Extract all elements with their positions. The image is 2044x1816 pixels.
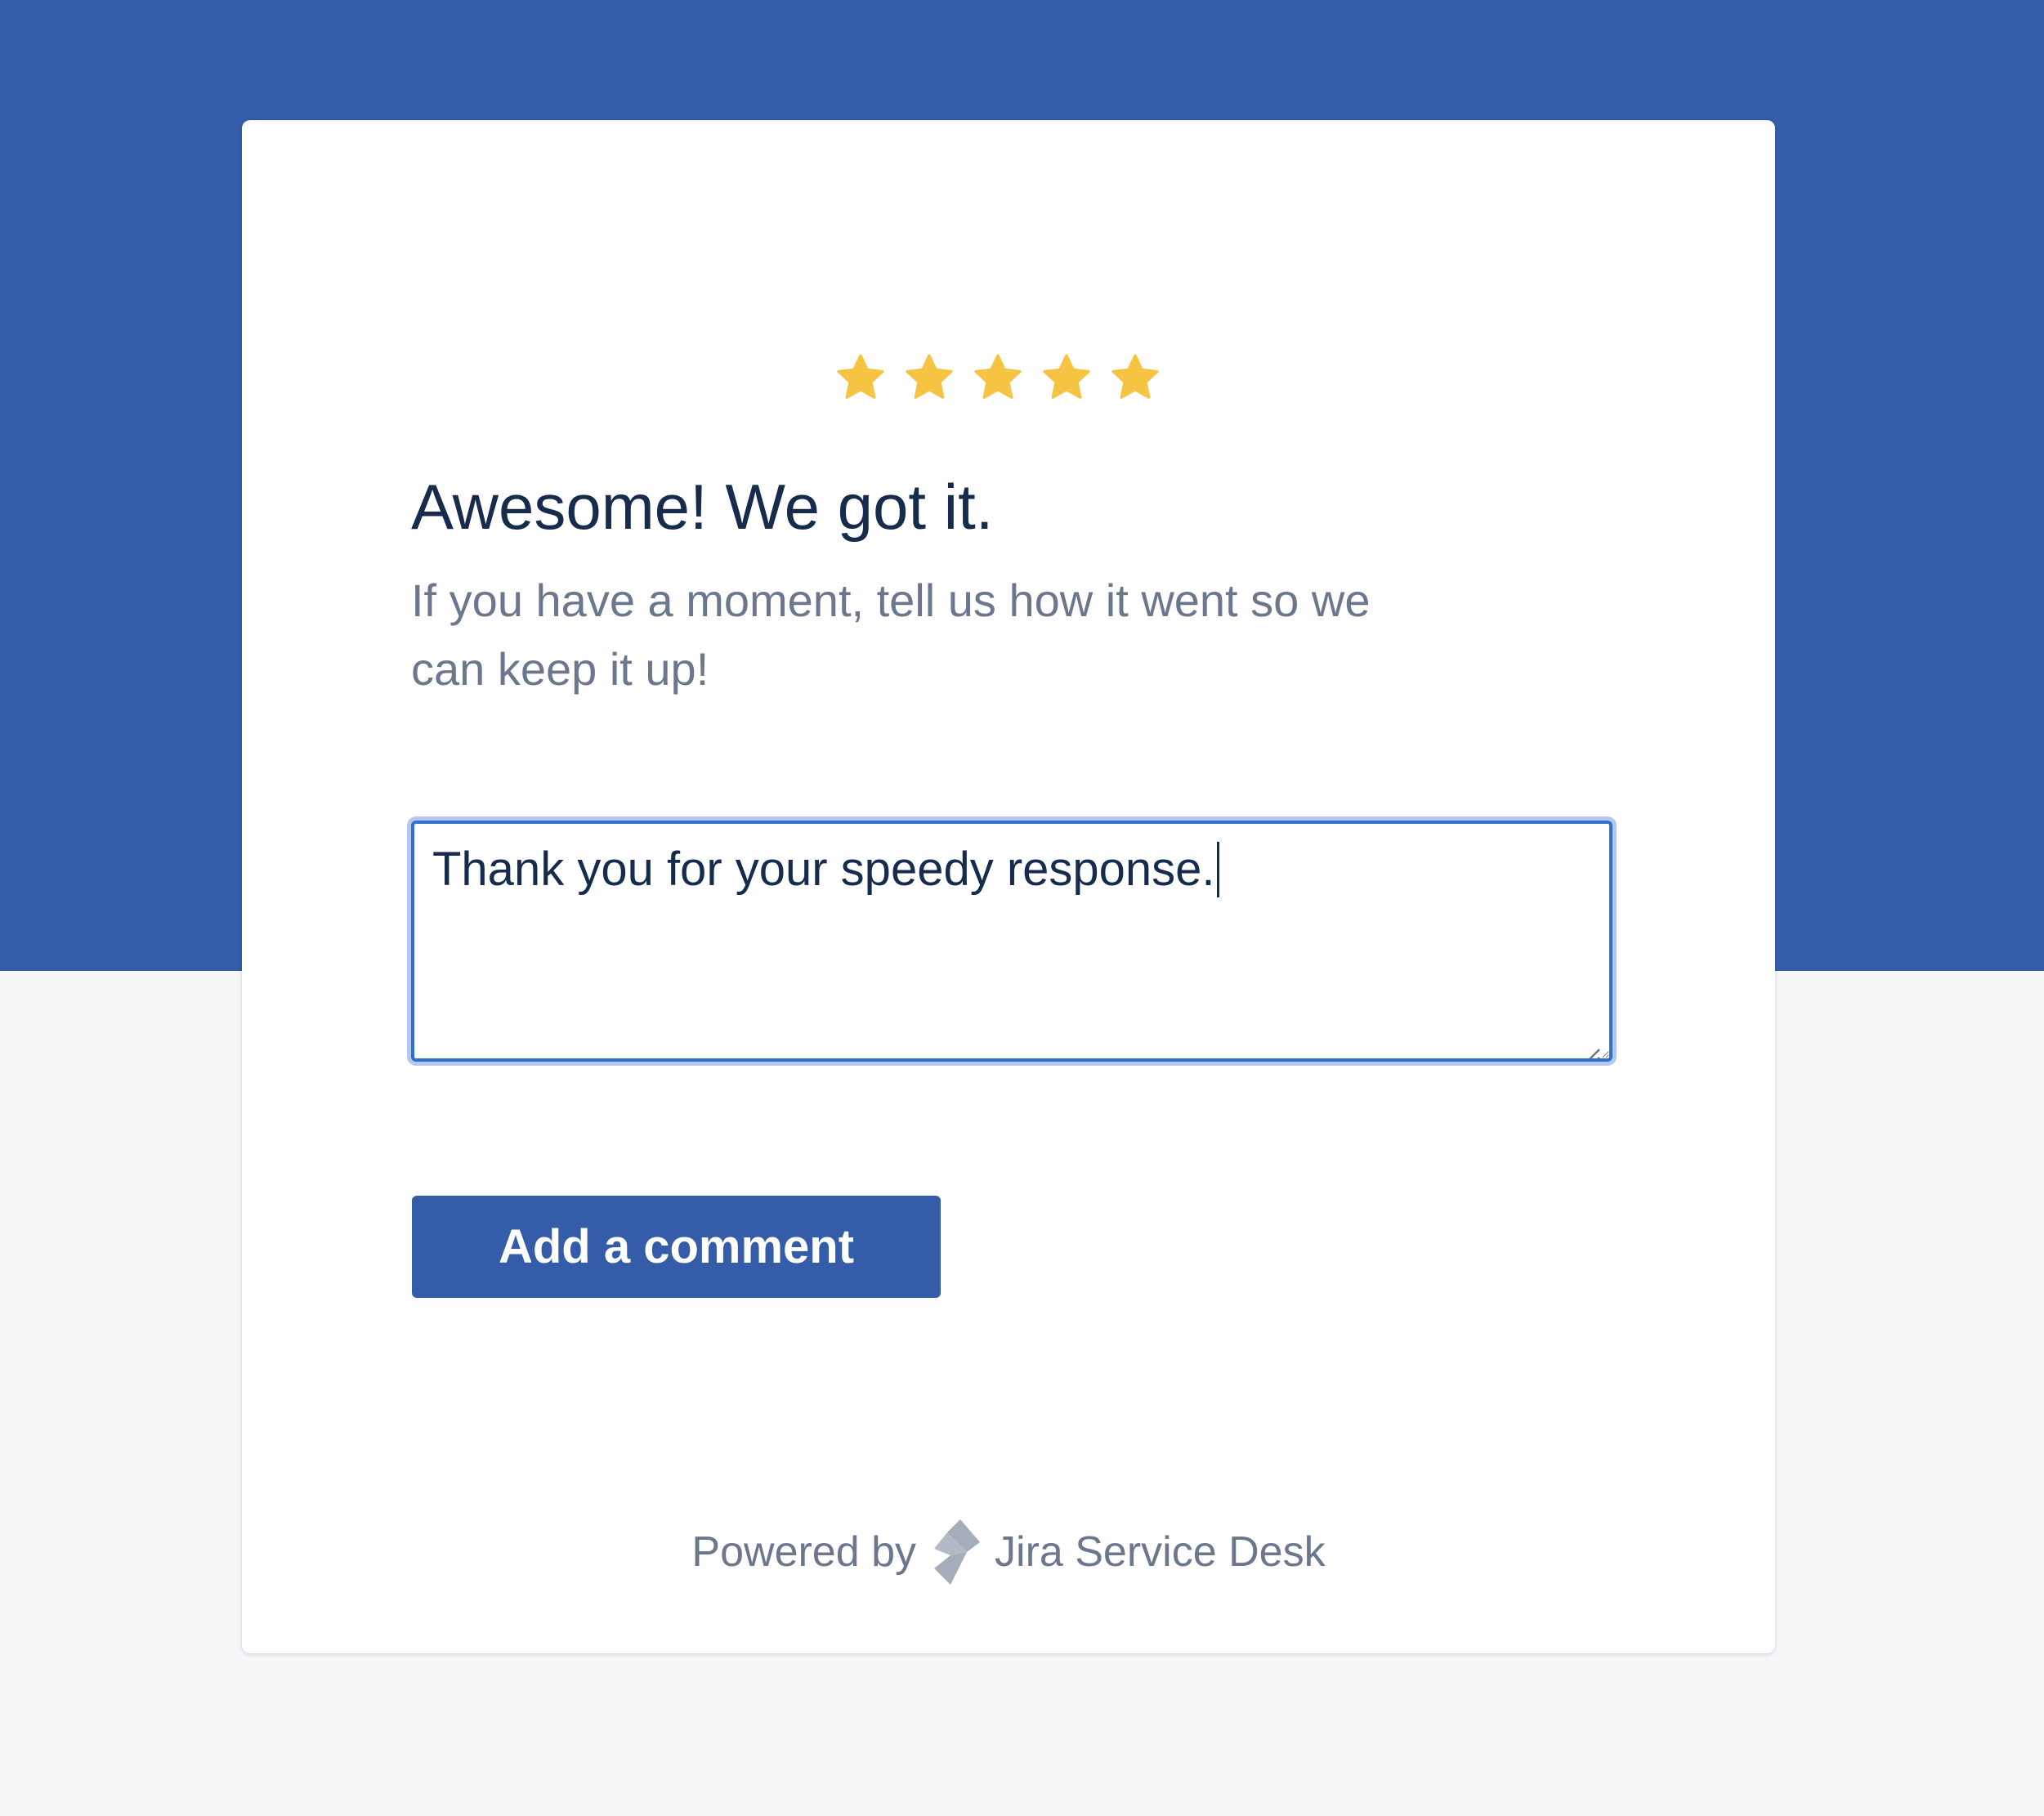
star-icon[interactable]: [1108, 351, 1162, 405]
star-icon[interactable]: [971, 351, 1025, 405]
powered-by-footer: Powered by Jira Service Desk: [242, 1519, 1775, 1585]
comment-textarea[interactable]: Thank you for your speedy response.: [411, 821, 1612, 1062]
star-icon[interactable]: [1040, 351, 1094, 405]
star-icon[interactable]: [902, 351, 956, 405]
resize-handle-icon[interactable]: [1577, 1027, 1601, 1058]
feedback-card: Awesome! We got it. If you have a moment…: [242, 120, 1775, 1653]
feedback-subtitle: If you have a moment, tell us how it wen…: [411, 575, 1371, 695]
add-comment-button[interactable]: Add a comment: [412, 1196, 941, 1298]
comment-text: Thank you for your speedy response.: [432, 843, 1215, 896]
text-caret: [1216, 842, 1219, 897]
star-rating[interactable]: [834, 351, 1162, 405]
star-icon[interactable]: [834, 351, 888, 405]
jira-service-desk-icon: [928, 1519, 983, 1585]
powered-by-label: Powered by: [691, 1528, 917, 1576]
product-name[interactable]: Jira Service Desk: [995, 1527, 1326, 1577]
feedback-title: Awesome! We got it.: [411, 471, 994, 543]
